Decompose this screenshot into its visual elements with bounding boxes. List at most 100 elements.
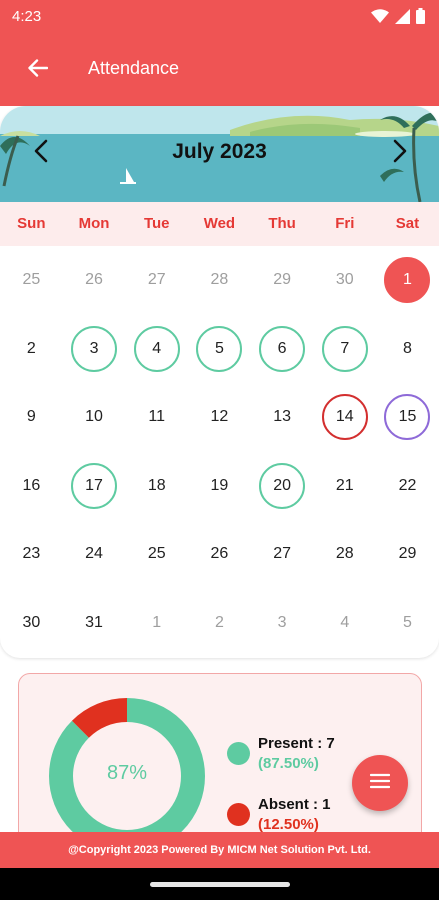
calendar-day-present[interactable]: 6 [251,315,314,384]
calendar-day-number: 28 [335,545,354,563]
calendar-day-today[interactable]: 14 [313,383,376,452]
calendar-day-present[interactable]: 3 [63,315,126,384]
calendar-day[interactable]: 28 [313,520,376,589]
calendar-day-number: 20 [259,462,306,509]
copyright-footer: @Copyright 2023 Powered By MICM Net Solu… [0,832,439,868]
calendar-day-present[interactable]: 17 [63,452,126,521]
calendar-day[interactable]: 23 [0,520,63,589]
calendar-day-other[interactable]: 28 [188,246,251,315]
calendar-day[interactable]: 30 [0,589,63,658]
calendar-day-number: 10 [85,408,103,426]
calendar-day[interactable]: 18 [125,452,188,521]
weekday-label: Sat [395,215,420,232]
weekday-label: Thu [268,215,296,232]
calendar-day[interactable]: 19 [188,452,251,521]
menu-icon [369,773,391,794]
app-bar: Attendance [0,34,439,106]
calendar-day-number: 5 [403,613,412,631]
calendar-day-number: 17 [71,462,118,509]
calendar-day-other[interactable]: 5 [376,589,439,658]
attendance-percent: 87% [106,762,148,784]
calendar-day[interactable]: 12 [188,383,251,452]
calendar-day[interactable]: 16 [0,452,63,521]
calendar-day[interactable]: 29 [376,520,439,589]
calendar-day-other[interactable]: 1 [125,589,188,658]
calendar-day-number: 8 [403,339,412,357]
calendar-day-number: 15 [384,394,431,441]
calendar-day-present[interactable]: 4 [125,315,188,384]
calendar-day-number: 26 [210,545,229,563]
calendar-day-other[interactable]: 2 [188,589,251,658]
calendar-day-present[interactable]: 20 [251,452,314,521]
calendar-day-holiday[interactable]: 1 [376,246,439,315]
status-icons [371,8,425,24]
back-button[interactable] [24,56,52,84]
calendar-day-number: 29 [273,271,291,289]
calendar-day-present[interactable]: 7 [313,315,376,384]
calendar-week-row: 23 24 25 26 27 28 29 [0,520,439,589]
status-bar: 4:23 [0,0,439,34]
calendar-day-other[interactable]: 26 [63,246,126,315]
calendar-day[interactable]: 13 [251,383,314,452]
system-nav-bar [0,868,439,900]
calendar-day-number: 4 [340,613,350,631]
menu-fab-button[interactable] [352,755,408,811]
calendar-day[interactable]: 9 [0,383,63,452]
calendar-day[interactable]: 2 [0,315,63,384]
calendar-day[interactable]: 27 [251,520,314,589]
calendar-grid: 25 26 27 28 29 30 1 2 3 4 5 6 7 8 9 10 11 12 13 14 15 16 17 18 1… [0,246,439,657]
home-indicator[interactable] [150,882,290,887]
calendar-day-number: 12 [210,408,229,426]
calendar-day-number: 3 [277,613,287,631]
present-legend-dot [227,742,250,765]
calendar-day[interactable]: 24 [63,520,126,589]
calendar-day-other[interactable]: 4 [313,589,376,658]
calendar-day[interactable]: 11 [125,383,188,452]
calendar-day-leave[interactable]: 15 [376,383,439,452]
calendar-day-number: 13 [273,408,291,426]
calendar-day[interactable]: 21 [313,452,376,521]
calendar-day-number: 2 [26,339,36,357]
calendar-day-number: 30 [335,271,354,289]
calendar-day-other[interactable]: 29 [251,246,314,315]
calendar-day-other[interactable]: 30 [313,246,376,315]
calendar-day[interactable]: 8 [376,315,439,384]
calendar-day-present[interactable]: 5 [188,315,251,384]
legend-absent: Absent : 1 (12.50%) [227,795,331,835]
calendar-day-number: 19 [210,476,229,494]
calendar-day-number: 14 [321,394,368,441]
weekday-label: Fri [335,215,355,232]
next-month-button[interactable] [383,136,417,170]
calendar-day-number: 3 [71,325,118,372]
calendar-day[interactable]: 31 [63,589,126,658]
calendar-day-other[interactable]: 25 [0,246,63,315]
calendar-day-number: 28 [210,271,229,289]
calendar-day-number: 16 [22,476,41,494]
calendar-week-row: 16 17 18 19 20 21 22 [0,452,439,521]
calendar-day-number: 18 [147,476,166,494]
weekday-label: Tue [143,215,170,232]
present-percent-label: (87.50%) [258,755,319,772]
calendar-day[interactable]: 22 [376,452,439,521]
calendar-week-row: 25 26 27 28 29 30 1 [0,246,439,315]
calendar-day-other[interactable]: 27 [125,246,188,315]
calendar-day-other[interactable]: 3 [251,589,314,658]
calendar-day[interactable]: 25 [125,520,188,589]
status-time: 4:23 [12,8,42,25]
absent-count-label: Absent : 1 [258,796,331,813]
calendar-week-row: 9 10 11 12 13 14 15 [0,383,439,452]
page-title: Attendance [88,58,180,78]
calendar-day-number: 22 [398,476,417,494]
calendar-day[interactable]: 10 [63,383,126,452]
calendar-day[interactable]: 26 [188,520,251,589]
calendar-day-number: 11 [148,408,166,426]
calendar-day-number: 1 [152,613,162,631]
calendar-day-number: 21 [335,476,354,494]
calendar-week-row: 2 34567 8 [0,315,439,384]
calendar-day-number: 25 [22,271,41,289]
month-label: July 2023 [172,140,267,163]
present-count-label: Present : 7 [258,735,335,752]
calendar-day-number: 25 [147,545,166,563]
weekday-label: Sun [17,215,46,232]
calendar-day-number: 31 [85,613,103,631]
